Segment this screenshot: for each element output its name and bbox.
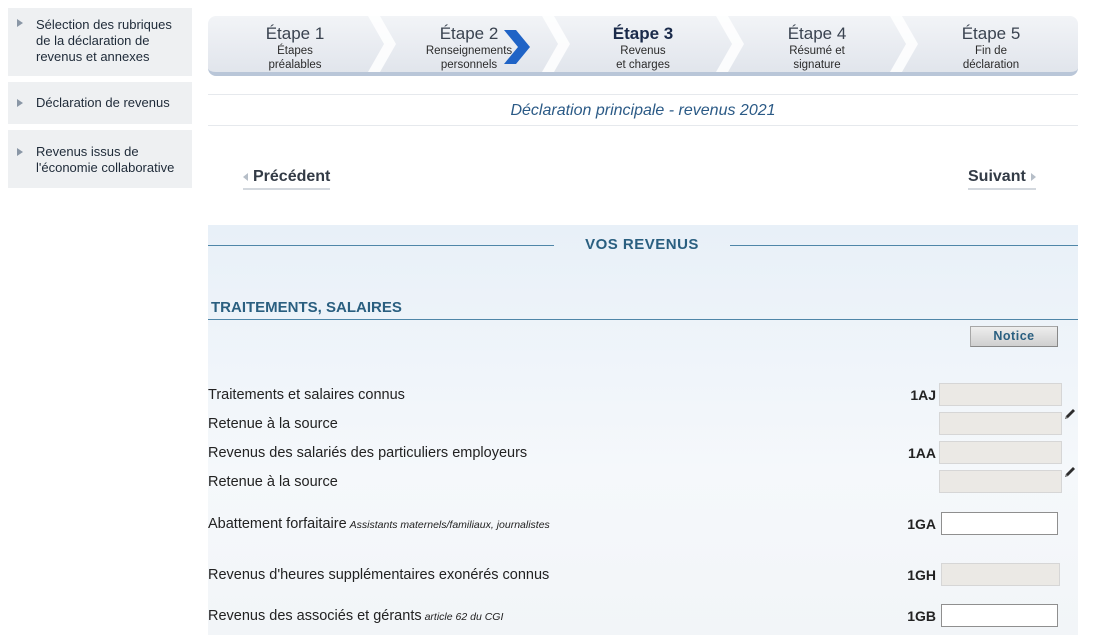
row-code: 1GB	[907, 608, 936, 624]
previous-label: Précédent	[253, 168, 331, 185]
step-separator	[542, 16, 570, 72]
step-4[interactable]: Étape 4 Résumé et signature	[730, 16, 918, 72]
sidebar-item-declaration-revenus[interactable]: Déclaration de revenus	[8, 82, 192, 124]
row-label: Retenue à la source	[208, 416, 338, 432]
step-title: Étape 1	[265, 24, 325, 43]
form-row: Revenus des salariés des particuliers em…	[208, 440, 1078, 466]
sidebar-item-label: Déclaration de revenus	[36, 95, 170, 110]
triangle-right-icon	[17, 148, 23, 156]
chevron-right-icon	[504, 30, 530, 64]
step-separator	[368, 16, 396, 72]
triangle-right-icon	[17, 19, 23, 27]
step-separator	[716, 16, 744, 72]
pencil-icon[interactable]	[1063, 465, 1077, 479]
form-row: Retenue à la source	[208, 409, 1078, 437]
triangle-right-icon	[1030, 172, 1036, 181]
row-label: Traitements et salaires connus	[208, 387, 405, 403]
previous-link[interactable]: Précédent	[243, 168, 331, 190]
next-link[interactable]: Suivant	[968, 168, 1036, 190]
row-code: 1AJ	[910, 387, 936, 403]
step-subtitle-2: déclaration	[962, 59, 1020, 71]
row-note: article 62 du CGI	[424, 611, 504, 623]
row-code: 1AA	[907, 445, 936, 461]
field-1gh[interactable]	[941, 563, 1060, 586]
section-subheading: TRAITEMENTS, SALAIRES	[211, 299, 402, 316]
divider	[208, 319, 1078, 320]
form-row: Revenus d'heures supplémentaires exonéré…	[208, 562, 1078, 588]
row-label: Retenue à la source	[208, 474, 338, 490]
row-label: Revenus des salariés des particuliers em…	[208, 445, 528, 461]
revenus-panel: VOS REVENUS TRAITEMENTS, SALAIRES Notice…	[208, 225, 1078, 635]
triangle-right-icon	[17, 99, 23, 107]
step-subtitle-1: Fin de	[975, 45, 1007, 57]
step-5[interactable]: Étape 5 Fin de déclaration	[904, 16, 1078, 72]
step-subtitle-2: et charges	[616, 59, 670, 71]
sidebar-item-selection-rubriques[interactable]: Sélection des rubriques de la déclaratio…	[8, 8, 192, 76]
sidebar-item-economie-collaborative[interactable]: Revenus issus de l'économie collaborativ…	[8, 130, 192, 188]
step-title: Étape 3	[612, 24, 674, 43]
page-title: Déclaration principale - revenus 2021	[208, 94, 1078, 126]
pencil-icon[interactable]	[1063, 407, 1077, 421]
notice-button[interactable]: Notice	[970, 326, 1058, 347]
field-1ga[interactable]	[941, 512, 1058, 535]
step-subtitle-1: Étapes	[277, 45, 313, 57]
step-3[interactable]: Étape 3 Revenus et charges	[504, 16, 744, 72]
sidebar: Sélection des rubriques de la déclaratio…	[8, 8, 192, 194]
step-subtitle-1: Résumé et	[789, 45, 845, 57]
row-note: Assistants maternels/familiaux, journali…	[349, 519, 550, 531]
step-subtitle-1: Revenus	[620, 45, 666, 57]
next-label: Suivant	[968, 168, 1026, 185]
sidebar-item-label: Sélection des rubriques de la déclaratio…	[36, 17, 172, 64]
divider	[208, 245, 554, 246]
row-label: Revenus d'heures supplémentaires exonéré…	[208, 567, 550, 583]
steps-bar: Étape 1 Étapes préalables Étape 2 Rensei…	[208, 16, 1078, 76]
sidebar-item-label: Revenus issus de l'économie collaborativ…	[36, 144, 175, 175]
form-row: Abattement forfaitaire Assistants materne…	[208, 511, 1078, 537]
row-code: 1GH	[907, 567, 936, 583]
step-subtitle-2: préalables	[268, 59, 322, 71]
divider	[730, 245, 1078, 246]
field-1aj[interactable]	[939, 383, 1062, 406]
step-1[interactable]: Étape 1 Étapes préalables	[208, 16, 396, 72]
field-1aa[interactable]	[939, 441, 1062, 464]
row-label: Abattement forfaitaire Assistants materne…	[208, 516, 550, 532]
step-subtitle-2: signature	[793, 59, 841, 71]
form-row: Retenue à la source	[208, 467, 1078, 495]
section-heading: VOS REVENUS	[585, 236, 699, 253]
step-title: Étape 4	[787, 24, 847, 43]
form-row: Traitements et salaires connus 1AJ	[208, 382, 1078, 408]
row-label: Revenus des associés et gérants article 6…	[208, 608, 504, 624]
form-row: Revenus des associés et gérants article 6…	[208, 603, 1078, 629]
field-retenue-1[interactable]	[939, 412, 1062, 435]
field-retenue-2[interactable]	[939, 470, 1062, 493]
step-title: Étape 5	[961, 24, 1021, 43]
step-separator	[890, 16, 918, 72]
triangle-left-icon	[243, 172, 248, 181]
row-code: 1GA	[907, 516, 936, 532]
field-1gb[interactable]	[941, 604, 1058, 627]
